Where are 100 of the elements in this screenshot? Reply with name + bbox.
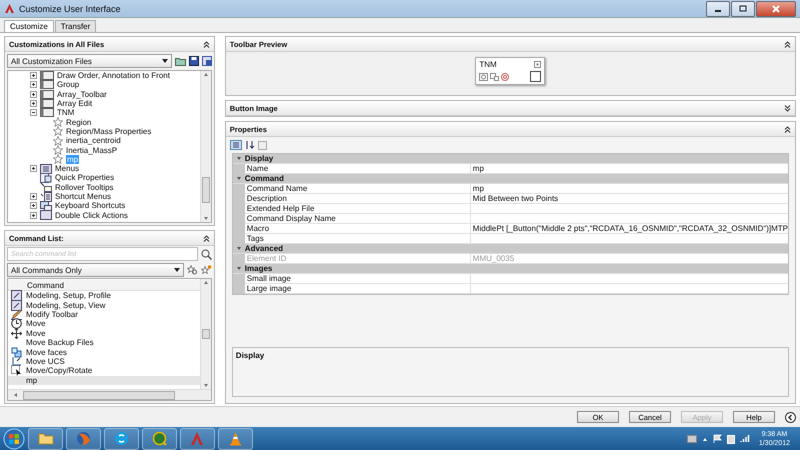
- collapse-icon[interactable]: [784, 40, 791, 48]
- show-hidden-icon[interactable]: [702, 436, 708, 442]
- folder-icon: [38, 432, 54, 445]
- empty-slot-icon[interactable]: [530, 71, 542, 82]
- command-row[interactable]: Move Backup Files: [8, 338, 200, 348]
- category-label: Command: [244, 174, 284, 183]
- categorized-icon[interactable]: [230, 140, 242, 150]
- maximize-button[interactable]: [731, 0, 755, 16]
- command-row[interactable]: Move faces: [8, 347, 200, 357]
- start-button[interactable]: [3, 428, 25, 450]
- collapse-toggle[interactable]: [236, 247, 241, 250]
- new-star-icon[interactable]: [200, 265, 212, 275]
- window-icon[interactable]: [202, 56, 212, 66]
- expand-toggle[interactable]: [30, 72, 37, 80]
- globe-icon: [152, 431, 167, 446]
- tree-item[interactable]: Quick Properties: [55, 173, 114, 182]
- property-value[interactable]: mp: [472, 164, 484, 173]
- tab[interactable]: Transfer: [54, 20, 96, 32]
- horizontal-scrollbar[interactable]: [8, 389, 211, 400]
- expand-toggle[interactable]: [30, 90, 37, 98]
- tree-item[interactable]: Double Click Actions: [55, 210, 128, 220]
- property-value[interactable]: MiddlePt [_Button("Middle 2 pts","RCDATA_16_OSNMID","RCDATA_32_OSNMID")]MTP: [472, 224, 788, 233]
- taskbar-app[interactable]: [180, 428, 215, 450]
- expand-toggle[interactable]: [30, 100, 37, 108]
- tree-item[interactable]: Draw Order, Annotation to Front: [57, 71, 170, 80]
- expand-toggle[interactable]: [30, 212, 37, 219]
- open-file-icon[interactable]: [174, 56, 186, 66]
- collapse-toggle[interactable]: [236, 267, 241, 270]
- close-button[interactable]: [756, 0, 796, 16]
- filter-dropdown[interactable]: All Commands Only: [7, 263, 184, 277]
- search-icon[interactable]: [200, 248, 212, 260]
- expand-toggle[interactable]: [30, 202, 37, 210]
- toolbar-icon: [40, 90, 54, 99]
- command-row[interactable]: Move: [8, 319, 200, 329]
- copy-icon[interactable]: [490, 72, 500, 80]
- category-label: Advanced: [244, 244, 284, 253]
- save-icon[interactable]: [188, 56, 199, 66]
- tree-item[interactable]: Array_Toolbar: [57, 90, 107, 99]
- files-dropdown[interactable]: All Customization Files: [7, 54, 172, 68]
- taskbar-app[interactable]: [104, 428, 139, 450]
- collapse-icon[interactable]: [785, 412, 796, 422]
- command-row[interactable]: mp: [8, 376, 200, 385]
- toolbar-icon: [40, 80, 54, 90]
- property-name: Large image: [244, 284, 471, 293]
- tree-item[interactable]: Keyboard Shortcuts: [55, 201, 126, 210]
- target-icon[interactable]: [501, 72, 510, 80]
- tree-item[interactable]: inertia_centroid: [66, 136, 121, 146]
- tree-item[interactable]: Rollover Tooltips: [55, 182, 114, 192]
- close-icon[interactable]: [534, 61, 542, 68]
- app-logo-icon: [4, 3, 15, 14]
- cone-icon: [228, 431, 243, 446]
- property-name: Macro: [244, 224, 471, 233]
- taskbar-app[interactable]: [28, 428, 63, 450]
- property-value[interactable]: Mid Between two Points: [472, 194, 558, 203]
- command-row[interactable]: Modify Toolbar: [8, 310, 200, 320]
- command-row[interactable]: Move UCS: [8, 356, 200, 366]
- minimize-button[interactable]: [706, 0, 730, 16]
- shape-icon[interactable]: [479, 72, 488, 80]
- tree-item[interactable]: Region: [66, 118, 92, 127]
- sort-icon[interactable]: [244, 140, 255, 150]
- close-icon: [772, 4, 780, 12]
- collapse-toggle[interactable]: [236, 177, 241, 180]
- expand-toggle[interactable]: [30, 165, 37, 172]
- tree-item[interactable]: Region/Mass Properties: [66, 126, 152, 136]
- taskbar-app[interactable]: [66, 428, 101, 450]
- tree-item[interactable]: Group: [57, 80, 80, 90]
- collapse-icon[interactable]: [784, 126, 791, 132]
- collapse-icon[interactable]: [202, 234, 210, 242]
- tree-item[interactable]: TNM: [57, 108, 74, 118]
- property-name: Extended Help File: [244, 204, 471, 213]
- expand-toggle[interactable]: [30, 193, 37, 200]
- property-name: Element ID: [244, 254, 471, 263]
- tree-item[interactable]: Inertia_MassP: [66, 146, 118, 155]
- clock-icon: [11, 318, 22, 330]
- star-search-icon[interactable]: [186, 265, 198, 275]
- column-header[interactable]: Command: [8, 280, 200, 291]
- collapse-toggle[interactable]: [236, 157, 241, 160]
- command-row[interactable]: Modeling, Setup, View: [8, 300, 200, 310]
- taskbar-app[interactable]: [218, 428, 253, 450]
- move-icon: [11, 328, 22, 339]
- expand-icon[interactable]: [784, 104, 791, 112]
- tree-item[interactable]: Shortcut Menus: [55, 192, 112, 201]
- tree-item[interactable]: Array Edit: [57, 99, 92, 108]
- property-value[interactable]: mp: [472, 184, 484, 193]
- properties-icon: [40, 172, 52, 183]
- category-label: Display: [244, 154, 274, 163]
- pencil-icon: [11, 308, 22, 320]
- collapse-icon[interactable]: [202, 40, 210, 48]
- taskbar-app[interactable]: [142, 428, 177, 450]
- signal-icon[interactable]: [740, 434, 750, 443]
- tab[interactable]: Customize: [4, 20, 54, 32]
- scrollbar[interactable]: [200, 71, 211, 222]
- command-row[interactable]: Move: [8, 328, 200, 338]
- expand-toggle[interactable]: [30, 81, 37, 88]
- flag-icon[interactable]: [712, 434, 722, 443]
- command-row[interactable]: Move/Copy/Rotate: [8, 366, 200, 376]
- tree-item[interactable]: Menus: [55, 164, 80, 174]
- frame-icon: [11, 290, 22, 302]
- collapse-toggle[interactable]: [30, 109, 37, 116]
- scrollbar[interactable]: [200, 279, 211, 389]
